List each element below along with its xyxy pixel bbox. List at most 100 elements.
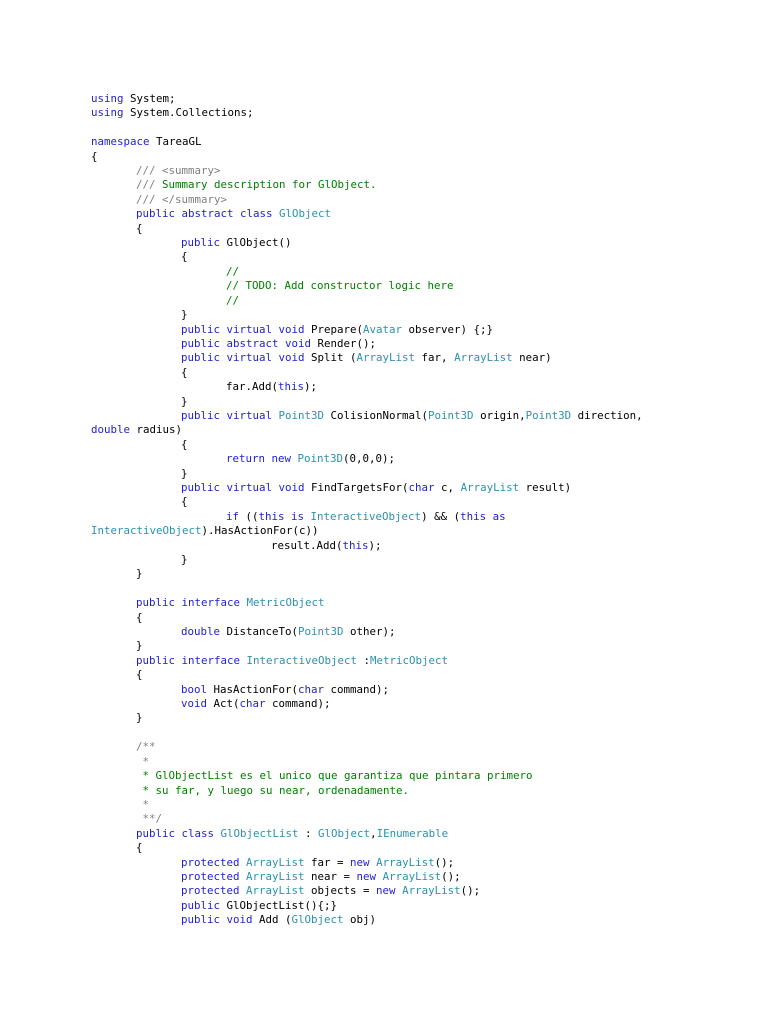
code-line: public class GlObjectList : GlObject,IEn… [91, 827, 643, 841]
code-line: public GlObjectList(){;} [91, 899, 643, 913]
comment: // TODO: Add constructor logic here [226, 279, 454, 293]
code-line: double DistanceTo(Point3D other); [91, 625, 643, 639]
code-listing: using System; using System.Collections; na… [91, 92, 643, 928]
code-line: /** [91, 740, 643, 754]
doc-comment: /// [136, 178, 163, 192]
code-line: public interface MetricObject [91, 596, 643, 610]
code-text: FindTargetsFor( [311, 480, 409, 494]
keyword: namespace [91, 135, 150, 149]
type-name: ArrayList [246, 869, 305, 883]
code-line: public abstract class GlObject [91, 207, 643, 221]
comment: * su far, y luego su near, ordenadamente… [136, 783, 410, 797]
keyword: this is [258, 509, 311, 523]
type-name: GlObject [279, 207, 332, 221]
code-line: public GlObject() [91, 236, 643, 250]
comment: * GlObjectList es el unico que garantiza… [136, 769, 533, 783]
code-line: protected ArrayList objects = new ArrayL… [91, 884, 643, 898]
keyword: return new [226, 452, 298, 466]
keyword: using [91, 92, 124, 105]
keyword: public [181, 236, 227, 250]
code-text: } [181, 466, 188, 480]
type-name: MetricObject [370, 653, 449, 667]
code-text: { [181, 250, 188, 264]
code-text: HasActionFor( [213, 682, 299, 696]
code-text: (( [239, 509, 259, 523]
code-line: if ((this is InteractiveObject) && (this… [91, 510, 643, 524]
code-line: using System; [91, 92, 643, 106]
code-text: Add ( [259, 913, 292, 927]
code-text: GlObject() [226, 236, 292, 250]
code-line: // [91, 294, 643, 308]
code-text: Prepare( [311, 322, 364, 336]
keyword: public virtual void [181, 480, 312, 494]
code-line: { [91, 668, 643, 682]
type-name: Point3D [297, 452, 344, 466]
code-text: Split ( [311, 351, 357, 365]
code-line: public virtual void Split (ArrayList far… [91, 351, 643, 365]
code-text: (); [460, 884, 481, 898]
code-text: : [357, 653, 371, 667]
code-line: public void Add (GlObject obj) [91, 913, 643, 927]
code-text: ).HasActionFor(c)) [201, 524, 319, 538]
code-text: } [181, 308, 188, 322]
code-line: /// Summary description for GlObject. [91, 178, 643, 192]
code-text: origin, [473, 408, 526, 422]
code-text: { [91, 149, 98, 163]
code-line: bool HasActionFor(char command); [91, 683, 643, 697]
keyword: void [181, 697, 214, 711]
code-text: command); [324, 682, 390, 696]
type-name: Avatar [363, 322, 403, 336]
keyword: public interface [136, 596, 247, 610]
code-line: { [91, 611, 643, 625]
keyword: new [356, 869, 383, 883]
code-text: c, [434, 480, 461, 494]
code-line: /// </summary> [91, 193, 643, 207]
doc-comment: /// </summary> [136, 192, 228, 206]
keyword: protected [181, 884, 247, 898]
code-text: result) [519, 480, 572, 494]
type-name: IEnumerable [376, 826, 449, 840]
keyword: public interface [136, 653, 247, 667]
code-line: } [91, 395, 643, 409]
code-line: { [91, 222, 643, 236]
code-line: public virtual void FindTargetsFor(char … [91, 481, 643, 495]
keyword: public virtual void [181, 351, 312, 365]
code-line: { [91, 495, 643, 509]
code-text: { [181, 495, 188, 509]
code-text: far = [304, 855, 351, 869]
code-line: protected ArrayList near = new ArrayList… [91, 870, 643, 884]
code-text: GlObjectList(){;} [226, 898, 338, 912]
code-text: ) && ( [421, 509, 461, 523]
code-line: /// <summary> [91, 164, 643, 178]
code-line: * [91, 798, 643, 812]
type-name: Point3D [278, 408, 325, 422]
comment: Summary description for GlObject. [162, 178, 377, 192]
doc-comment: * [136, 754, 150, 768]
code-line: } [91, 553, 643, 567]
code-text: radius) [130, 423, 183, 437]
code-line: * [91, 755, 643, 769]
code-text: observer) {;} [402, 322, 494, 336]
doc-comment: /// <summary> [136, 164, 221, 178]
code-text: ); [304, 380, 318, 394]
comment: // [226, 293, 240, 307]
code-text: near) [512, 351, 552, 365]
type-name: Point3D [298, 625, 344, 639]
type-name: Point3D [428, 408, 474, 422]
keyword: public virtual [181, 408, 279, 422]
code-text: ); [368, 538, 382, 552]
keyword: public virtual void [181, 322, 312, 336]
code-line: InteractiveObject).HasActionFor(c)) [91, 524, 643, 538]
code-text: DistanceTo( [226, 625, 299, 639]
code-text: other); [343, 625, 396, 639]
code-text: System; [123, 92, 176, 105]
keyword: bool [181, 682, 214, 696]
code-text: far.Add( [226, 380, 279, 394]
code-line: } [91, 711, 643, 725]
code-text: } [181, 394, 188, 408]
code-line: // [91, 265, 643, 279]
doc-comment: * [136, 797, 150, 811]
type-name: ArrayList [356, 351, 416, 365]
